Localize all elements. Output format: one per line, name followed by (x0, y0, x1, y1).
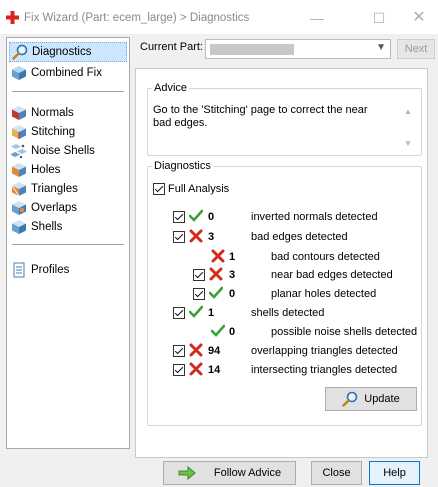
check-icon (209, 286, 223, 299)
advice-text: Go to the 'Stitching' page to correct th… (153, 104, 368, 129)
close-window-button[interactable]: ✕ (404, 8, 434, 28)
noise-shells-text: possible noise shells detected (271, 326, 418, 338)
arrow-right-icon (178, 466, 196, 480)
maximize-button[interactable]: ☐ (364, 8, 394, 28)
sidebar-item-label: Profiles (31, 264, 70, 276)
sidebar-item-label: Diagnostics (32, 46, 92, 58)
x-error-icon (189, 343, 203, 357)
sidebar-item-diagnostics[interactable]: Diagnostics (9, 42, 127, 62)
sidebar-item-label: Normals (31, 107, 74, 119)
sidebar-item-combined-fix[interactable]: Combined Fix (11, 63, 127, 83)
sidebar-separator (12, 91, 124, 92)
sidebar-item-label: Holes (31, 164, 61, 176)
help-button[interactable]: Help (369, 461, 420, 485)
x-error-icon (189, 229, 203, 243)
intersecting-triangles-checkbox[interactable] (173, 364, 185, 376)
sidebar-item-label: Stitching (31, 126, 76, 138)
sidebar-item-triangles[interactable]: Triangles (11, 179, 127, 199)
overlaps-cube-icon (12, 201, 26, 215)
x-error-icon (211, 249, 225, 263)
close-button[interactable]: Close (311, 461, 362, 485)
update-button[interactable]: Update (325, 387, 417, 411)
title-bar: Fix Wizard (Part: ecem_large) > Diagnost… (0, 0, 438, 34)
magnifier-icon (12, 44, 28, 60)
full-analysis-label: Full Analysis (168, 183, 230, 195)
chevron-down-icon: ▼ (376, 42, 386, 53)
sidebar-item-overlaps[interactable]: Overlaps (11, 198, 127, 218)
check-icon (189, 209, 203, 222)
inverted-normals-checkbox[interactable] (173, 211, 185, 223)
bad-edges-checkbox[interactable] (173, 231, 185, 243)
follow-advice-label: Follow Advice (213, 467, 282, 479)
sidebar-item-profiles[interactable]: Profiles (11, 260, 127, 280)
advice-scrollbar[interactable]: ▲ ▼ (404, 103, 414, 151)
shells-checkbox[interactable] (173, 307, 185, 319)
triangles-cube-icon (11, 182, 26, 197)
bad-edges-text: bad edges detected (251, 231, 348, 243)
current-part-value (210, 44, 294, 55)
x-error-icon (209, 267, 223, 281)
red-cross-app-icon (6, 11, 19, 24)
bad-contours-text: bad contours detected (271, 251, 380, 263)
stitching-cube-icon (12, 125, 26, 139)
bad-edges-count: 3 (208, 231, 215, 243)
next-button[interactable]: Next (397, 39, 435, 59)
near-bad-edges-text: near bad edges detected (271, 269, 393, 281)
x-error-icon (189, 362, 203, 376)
update-label: Update (364, 393, 400, 405)
noise-shells-icon (11, 144, 27, 159)
sidebar-item-label: Shells (31, 221, 63, 233)
overlapping-triangles-checkbox[interactable] (173, 345, 185, 357)
sidebar-item-label: Triangles (31, 183, 78, 195)
advice-legend: Advice (154, 82, 188, 94)
intersecting-triangles-count: 14 (208, 364, 221, 376)
window-title: Fix Wizard (Part: ecem_large) > Diagnost… (24, 12, 250, 24)
overlapping-triangles-count: 94 (208, 345, 221, 357)
scroll-up-icon[interactable]: ▲ (404, 107, 412, 116)
shells-cube-icon (12, 220, 26, 234)
cube-icon (12, 66, 26, 80)
near-bad-edges-count: 3 (229, 269, 236, 281)
shells-count: 1 (208, 307, 215, 319)
sidebar-item-label: Noise Shells (31, 145, 95, 157)
inverted-normals-count: 0 (208, 211, 215, 223)
normals-cube-icon (12, 106, 26, 120)
overlapping-triangles-text: overlapping triangles detected (251, 345, 398, 357)
inverted-normals-text: inverted normals detected (251, 211, 378, 223)
sidebar-item-shells[interactable]: Shells (11, 217, 127, 237)
bad-contours-count: 1 (229, 251, 236, 263)
sidebar-item-holes[interactable]: Holes (11, 160, 127, 180)
magnifier-icon (342, 391, 358, 407)
full-analysis-checkbox[interactable] (153, 183, 165, 195)
scroll-down-icon[interactable]: ▼ (404, 139, 412, 148)
near-bad-edges-checkbox[interactable] (193, 269, 205, 281)
shells-text: shells detected (251, 307, 325, 319)
intersecting-triangles-text: intersecting triangles detected (251, 364, 398, 376)
sidebar-item-normals[interactable]: Normals (11, 103, 127, 123)
follow-advice-button[interactable]: Follow Advice (163, 461, 296, 485)
check-icon (189, 305, 203, 318)
document-icon (13, 262, 25, 278)
minimize-button[interactable]: — (302, 8, 332, 28)
sidebar-item-label: Combined Fix (31, 67, 102, 79)
sidebar-item-label: Overlaps (31, 202, 78, 214)
check-icon (211, 324, 225, 337)
current-part-dropdown[interactable]: ▼ (205, 39, 391, 59)
planar-holes-checkbox[interactable] (193, 288, 205, 300)
current-part-label: Current Part: (140, 41, 203, 53)
holes-cube-icon (12, 163, 26, 177)
sidebar-item-noise-shells[interactable]: Noise Shells (11, 141, 127, 161)
noise-shells-count: 0 (229, 326, 236, 338)
diagnostics-legend: Diagnostics (154, 160, 211, 172)
planar-holes-count: 0 (229, 288, 236, 300)
sidebar-separator (12, 244, 124, 245)
planar-holes-text: planar holes detected (271, 288, 377, 300)
sidebar-item-stitching[interactable]: Stitching (11, 122, 127, 142)
sidebar: Diagnostics Combined Fix Normals Stitchi… (6, 37, 130, 449)
